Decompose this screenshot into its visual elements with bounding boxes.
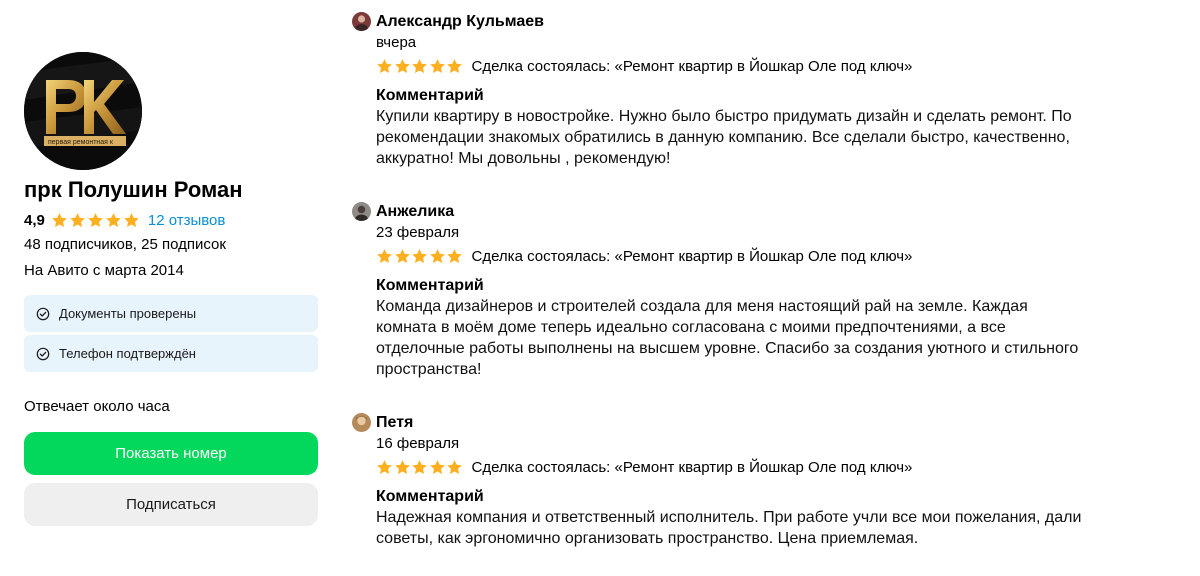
star-icon bbox=[412, 248, 427, 263]
star-icon bbox=[412, 58, 427, 73]
review-deal[interactable]: Сделка состоялась: «Ремонт квартир в Йош… bbox=[472, 58, 913, 75]
comment-heading: Комментарий bbox=[376, 488, 484, 505]
reviewer-avatar[interactable] bbox=[352, 202, 371, 221]
star-icon bbox=[447, 58, 462, 73]
star-icon bbox=[447, 459, 462, 474]
seller-name[interactable]: прк Полушин Роман bbox=[24, 177, 243, 203]
check-circle-icon bbox=[36, 347, 50, 360]
star-icon bbox=[412, 459, 427, 474]
star-icon bbox=[429, 248, 445, 263]
review-stars bbox=[376, 459, 464, 476]
subscribe-button[interactable]: Подписаться bbox=[24, 483, 318, 526]
review-stars bbox=[376, 248, 464, 265]
reviewer-avatar[interactable] bbox=[352, 413, 371, 432]
member-since: На Авито с марта 2014 bbox=[24, 262, 184, 279]
review-date: 23 февраля bbox=[376, 224, 460, 241]
verification-documents: Документы проверены bbox=[24, 295, 318, 332]
star-icon bbox=[429, 58, 445, 73]
star-icon bbox=[377, 58, 392, 73]
reviewer-avatar[interactable] bbox=[352, 12, 371, 31]
comment-heading: Комментарий bbox=[376, 87, 484, 104]
followers-count[interactable]: 48 подписчиков, 25 подписок bbox=[24, 236, 226, 253]
star-icon bbox=[394, 58, 410, 73]
verification-phone: Телефон подтверждён bbox=[24, 335, 318, 372]
review-item: Петя 16 февраля Сделка состоялась: «Ремо… bbox=[352, 412, 1112, 549]
seller-logo: первая ремонтная к bbox=[24, 52, 142, 170]
star-icon bbox=[52, 212, 67, 227]
check-circle-icon bbox=[36, 307, 50, 320]
seller-rating: 4,9 12 отзывов bbox=[24, 210, 225, 230]
rating-value: 4,9 bbox=[24, 211, 45, 229]
review-date: 16 февраля bbox=[376, 435, 460, 452]
review-comment: Купили квартиру в новостройке. Нужно был… bbox=[376, 108, 1072, 167]
star-icon bbox=[377, 459, 392, 474]
review-comment: Надежная компания и ответственный исполн… bbox=[376, 509, 1082, 547]
star-icon bbox=[394, 459, 410, 474]
verification-label: Телефон подтверждён bbox=[59, 346, 196, 361]
star-icon bbox=[124, 212, 139, 227]
review-deal[interactable]: Сделка состоялась: «Ремонт квартир в Йош… bbox=[472, 459, 913, 476]
reviewer-name[interactable]: Петя bbox=[376, 414, 413, 432]
verification-label: Документы проверены bbox=[59, 306, 197, 321]
star-icon bbox=[377, 248, 392, 263]
rating-stars bbox=[51, 212, 141, 229]
review-deal[interactable]: Сделка состоялась: «Ремонт квартир в Йош… bbox=[472, 248, 913, 265]
star-icon bbox=[447, 248, 462, 263]
reviews-link[interactable]: 12 отзывов bbox=[148, 212, 226, 229]
review-comment: Команда дизайнеров и строителей создала … bbox=[376, 298, 1079, 378]
star-icon bbox=[88, 212, 103, 227]
star-icon bbox=[394, 248, 410, 263]
star-icon bbox=[70, 212, 85, 227]
review-stars bbox=[376, 58, 464, 75]
review-date: вчера bbox=[376, 34, 417, 51]
reviewer-name[interactable]: Анжелика bbox=[376, 203, 454, 221]
response-time: Отвечает около часа bbox=[24, 398, 170, 415]
star-icon bbox=[429, 459, 445, 474]
review-item: Анжелика 23 февраля Сделка состоялась: «… bbox=[352, 201, 1112, 380]
logo-tagline: первая ремонтная к bbox=[48, 139, 114, 146]
comment-heading: Комментарий bbox=[376, 277, 484, 294]
reviewer-name[interactable]: Александр Кульмаев bbox=[376, 13, 544, 31]
review-item: Александр Кульмаев вчера Сделка состояла… bbox=[352, 11, 1112, 169]
star-icon bbox=[106, 212, 121, 227]
show-phone-button[interactable]: Показать номер bbox=[24, 432, 318, 475]
seller-avatar[interactable]: первая ремонтная к bbox=[24, 52, 142, 170]
